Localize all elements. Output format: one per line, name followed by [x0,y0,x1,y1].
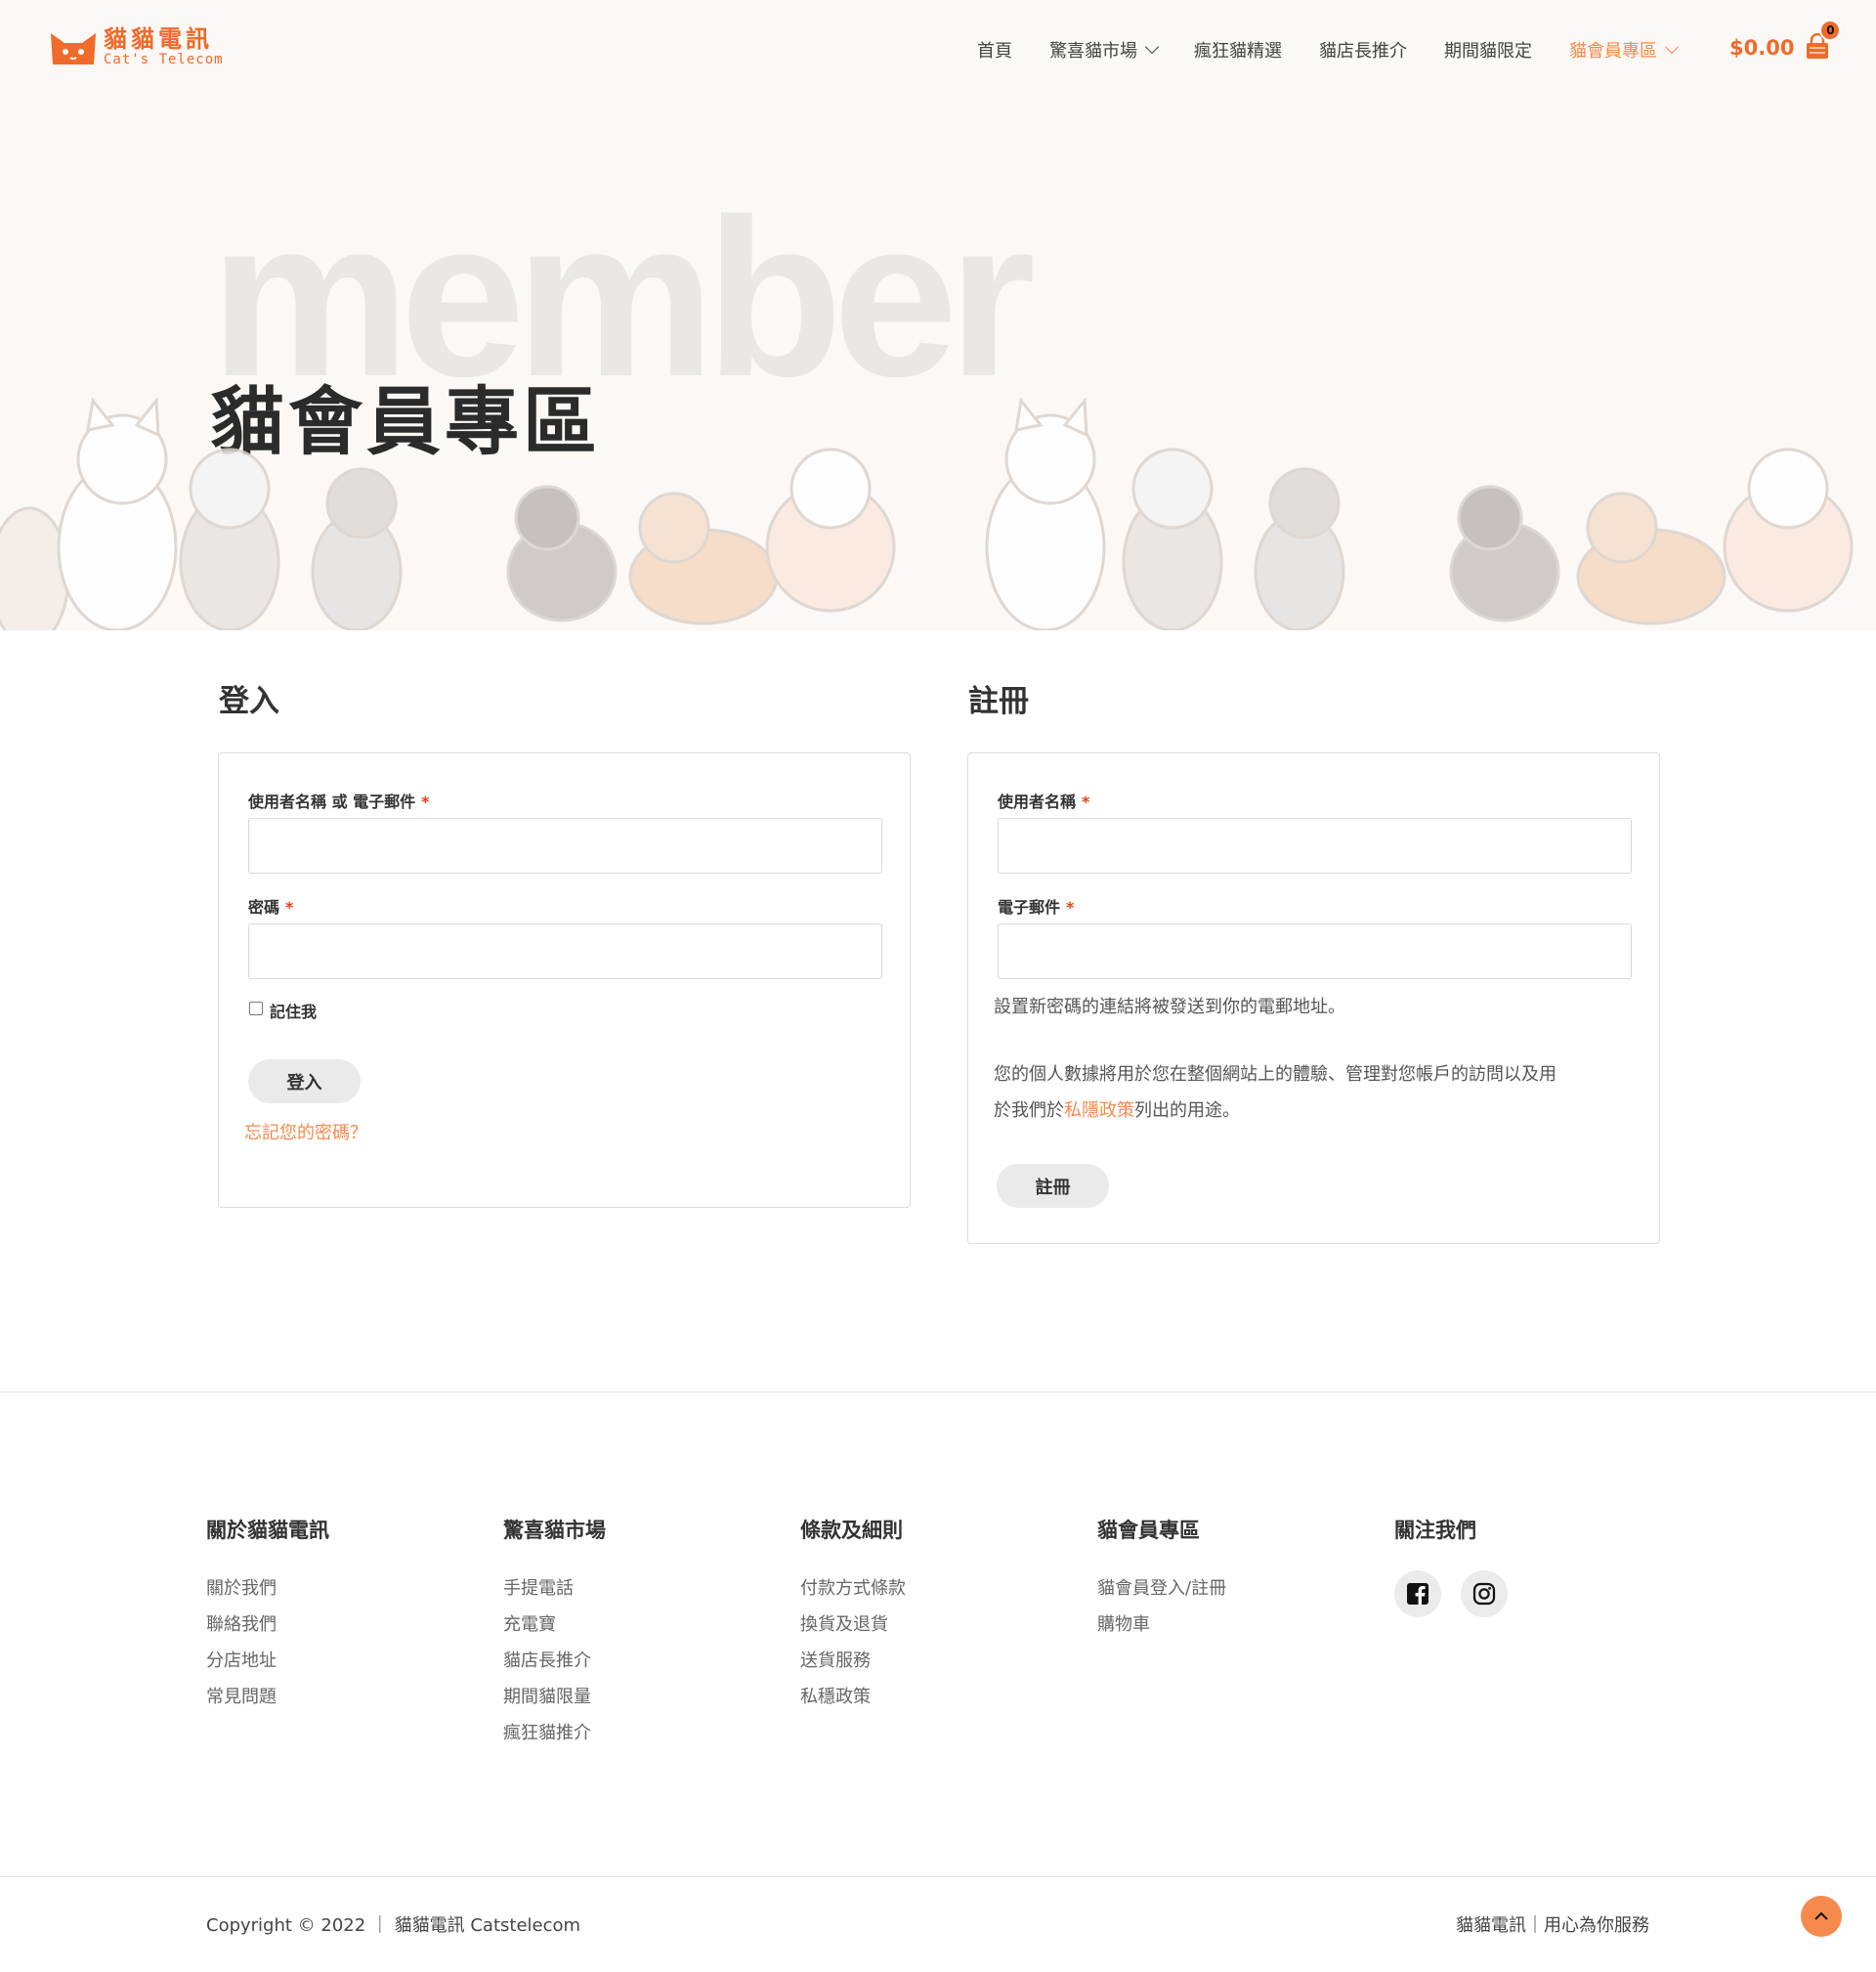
copyright-text: Copyright © 2022 ｜ 貓貓電訊 Catstelecom [206,1915,581,1936]
cat-logo-icon [51,33,96,64]
required-asterisk: * [1066,898,1075,917]
footer-link[interactable]: 貓店長推介 [503,1643,606,1679]
footer-link[interactable]: 關於我們 [206,1570,329,1607]
register-username-label-text: 使用者名稱 [998,793,1077,811]
footer-link[interactable]: 期間貓限量 [503,1679,606,1715]
footer-column-about: 關於貓貓電訊 關於我們 聯絡我們 分店地址 常見問題 [206,1515,329,1715]
footer-link[interactable]: 私穩政策 [800,1679,906,1715]
footer-top-divider [0,1392,1876,1393]
privacy-text-pre: 於我們於 [994,1100,1064,1121]
cats-illustration [0,397,1854,630]
remember-me-checkbox[interactable] [249,1002,263,1015]
chevron-down-icon [1664,39,1680,55]
forgot-password-link[interactable]: 忘記您的密碼？ [244,1119,367,1144]
privacy-notice-line1: 您的個人數據將用於您在整個網站上的體驗、管理對您帳戶的訪問以及用 [994,1064,1556,1085]
nav-picks-label: 瘋狂貓精選 [1194,41,1282,62]
footer-link[interactable]: 瘋狂貓推介 [503,1715,606,1751]
cart-total: $0.00 [1729,36,1795,60]
nav-limited[interactable]: 期間貓限定 [1444,37,1532,63]
site-header: 貓貓電訊 Cat's Telecom 首頁 驚喜貓市場 瘋狂貓精選 貓店長推介 … [0,0,1876,98]
nav-home[interactable]: 首頁 [977,37,1012,63]
privacy-notice: 您的個人數據將用於您在整個網站上的體驗、管理對您帳戶的訪問以及用 於我們於私隱政… [994,1056,1639,1129]
footer-bottom-divider [0,1876,1876,1877]
register-button[interactable]: 註冊 [997,1164,1109,1208]
main-navigation: 首頁 驚喜貓市場 瘋狂貓精選 貓店長推介 期間貓限定 貓會員專區 [977,37,1714,63]
instagram-icon[interactable] [1461,1570,1508,1617]
cart-count-badge: 0 [1819,20,1842,41]
scroll-to-top-button[interactable] [1801,1896,1842,1937]
nav-limited-label: 期間貓限定 [1444,41,1532,62]
login-username-label-text: 使用者名稱 或 電子郵件 [248,793,416,811]
logo-subtitle: Cat's Telecom [104,52,224,67]
login-username-label: 使用者名稱 或 電子郵件 * [248,789,430,812]
remember-me-label: 記住我 [270,1003,318,1021]
nav-picks[interactable]: 瘋狂貓精選 [1194,37,1282,63]
footer-column-terms: 條款及細則 付款方式條款 換貨及退貨 送貨服務 私穩政策 [800,1515,906,1715]
footer-column-title: 關於貓貓電訊 [206,1519,329,1542]
site-logo[interactable]: 貓貓電訊 Cat's Telecom [49,27,224,66]
footer-column-title: 關注我們 [1394,1519,1476,1542]
footer-column-member: 貓會員專區 貓會員登入/註冊 購物車 [1097,1515,1226,1643]
footer-column-follow: 關注我們 [1394,1515,1508,1617]
login-form: 使用者名稱 或 電子郵件 * 密碼 * 記住我 登入 忘記您的密碼？ [218,752,911,1208]
footer-link[interactable]: 充電寶 [503,1607,606,1643]
password-link-note: 設置新密碼的連結將被發送到你的電郵地址。 [994,997,1345,1017]
register-form: 使用者名稱 * 電子郵件 * 設置新密碼的連結將被發送到你的電郵地址。 您的個人數據… [967,752,1660,1244]
nav-manager-recommend[interactable]: 貓店長推介 [1319,37,1407,63]
privacy-text-post: 列出的用途。 [1134,1100,1240,1121]
footer-link[interactable]: 購物車 [1097,1607,1226,1643]
register-email-label-text: 電子郵件 [998,898,1061,917]
required-asterisk: * [285,898,294,917]
register-username-label: 使用者名稱 * [998,789,1089,812]
footer-column-title: 條款及細則 [800,1519,903,1542]
register-username-input[interactable] [998,818,1632,874]
cart-widget[interactable]: $0.00 0 [1729,20,1842,63]
required-asterisk: * [1082,793,1090,811]
nav-member-label: 貓會員專區 [1569,41,1657,62]
footer-tagline: 貓貓電訊｜用心為你服務 [1456,1915,1649,1936]
nav-member[interactable]: 貓會員專區 [1569,37,1680,63]
footer-column-title: 驚喜貓市場 [503,1519,606,1542]
privacy-policy-link[interactable]: 私隱政策 [1064,1100,1134,1121]
footer-link[interactable]: 常見問題 [206,1679,329,1715]
login-password-label: 密碼 * [248,894,293,918]
register-heading: 註冊 [968,684,1029,719]
footer-link[interactable]: 付款方式條款 [800,1570,906,1607]
nav-home-label: 首頁 [977,41,1012,62]
login-button[interactable]: 登入 [248,1059,361,1103]
required-asterisk: * [421,793,430,811]
nav-market[interactable]: 驚喜貓市場 [1049,37,1160,63]
login-heading: 登入 [219,684,279,719]
login-password-label-text: 密碼 [248,898,280,917]
footer-link[interactable]: 聯絡我們 [206,1607,329,1643]
register-email-label: 電子郵件 * [998,894,1074,918]
nav-manager-label: 貓店長推介 [1319,41,1407,62]
shopping-bag-icon[interactable]: 0 [1804,20,1842,63]
footer-column-title: 貓會員專區 [1097,1519,1200,1542]
chevron-down-icon [1144,39,1160,55]
privacy-notice-line2: 於我們於私隱政策列出的用途。 [994,1093,1639,1129]
footer-link[interactable]: 送貨服務 [800,1643,906,1679]
login-username-input[interactable] [248,818,882,874]
logo-name: 貓貓電訊 [104,25,213,53]
register-email-input[interactable] [998,923,1632,979]
footer-link[interactable]: 換貨及退貨 [800,1607,906,1643]
nav-market-label: 驚喜貓市場 [1049,41,1137,62]
footer-column-market: 驚喜貓市場 手提電話 充電寶 貓店長推介 期間貓限量 瘋狂貓推介 [503,1515,606,1751]
login-password-input[interactable] [248,923,882,979]
social-links [1394,1570,1508,1617]
footer-link[interactable]: 手提電話 [503,1570,606,1607]
footer-link[interactable]: 分店地址 [206,1643,329,1679]
facebook-icon[interactable] [1394,1570,1441,1617]
chevron-up-icon [1814,1911,1828,1920]
footer-link[interactable]: 貓會員登入/註冊 [1097,1570,1226,1607]
